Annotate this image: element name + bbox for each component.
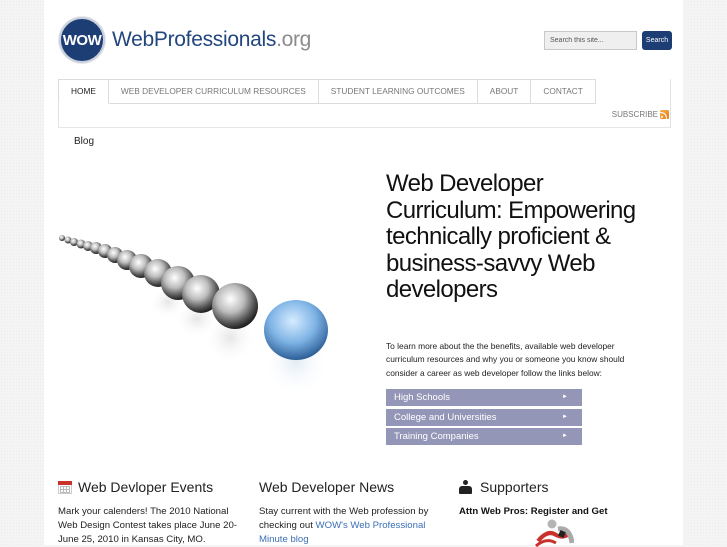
supporters-column: Supporters Attn Web Pros: Register and G… — [459, 478, 659, 547]
events-text: Mark your calenders! The 2010 National W… — [58, 506, 238, 545]
main-nav: HOME WEB DEVELOPER CURRICULUM RESOURCES … — [58, 79, 596, 104]
events-heading: Web Devloper Events — [58, 478, 243, 496]
logo-name: WebProfessionals — [112, 28, 277, 51]
supporter-logo-icon[interactable] — [534, 519, 574, 547]
arrow-right-icon: ► — [562, 394, 568, 400]
link-label: High Schools — [394, 392, 450, 403]
arrow-right-icon: ► — [562, 413, 568, 420]
link-colleges-universities[interactable]: College and Universities ► — [386, 408, 582, 426]
calendar-icon — [58, 480, 72, 494]
blue-sphere — [264, 300, 328, 360]
hero-image — [59, 235, 328, 397]
logo-wordmark: WebProfessionals.org — [112, 28, 311, 52]
news-column: Web Developer News Stay current with the… — [259, 478, 444, 547]
news-text: Stay current with the Web profession by … — [259, 505, 444, 547]
link-label: College and Universities — [394, 411, 497, 423]
audience-links: High Schools ► College and Universities … — [386, 389, 582, 448]
tab-about[interactable]: ABOUT — [477, 79, 532, 104]
news-title: Web Developer News — [259, 479, 395, 495]
arrow-right-icon: ► — [562, 433, 568, 439]
tab-learning-outcomes[interactable]: STUDENT LEARNING OUTCOMES — [318, 79, 478, 104]
person-icon — [459, 480, 472, 494]
page: WOW WebProfessionals.org Search HOME WEB… — [44, 0, 683, 547]
site-logo[interactable]: WOW WebProfessionals.org — [59, 17, 311, 63]
news-heading: Web Developer News — [259, 478, 444, 496]
wow-badge-icon: WOW — [59, 17, 105, 63]
tab-home[interactable]: HOME — [58, 79, 109, 104]
hero-title: Web Developer Curriculum: Empowering tec… — [386, 170, 636, 303]
supporters-attn: Attn Web Pros: Register and Get — [459, 506, 608, 517]
subscribe-label: SUBSCRIBE — [611, 110, 658, 119]
tab-curriculum-resources[interactable]: WEB DEVELOPER CURRICULUM RESOURCES — [108, 79, 319, 104]
subscribe-link[interactable]: SUBSCRIBE — [612, 110, 669, 119]
link-high-schools[interactable]: High Schools ► — [386, 389, 582, 406]
search-button[interactable]: Search — [642, 31, 672, 50]
search-form: Search — [544, 31, 672, 50]
search-input[interactable] — [544, 31, 637, 50]
link-training-companies[interactable]: Training Companies ► — [386, 428, 582, 445]
tab-contact[interactable]: CONTACT — [531, 79, 596, 104]
link-label: Training Companies — [394, 431, 479, 442]
rss-icon — [660, 110, 669, 119]
subnav-blog-link[interactable]: Blog — [74, 136, 94, 147]
events-column: Web Devloper Events Mark your calenders!… — [58, 478, 243, 547]
hero-intro: To learn more about the the benefits, av… — [386, 341, 625, 378]
nav-divider — [58, 127, 669, 128]
supporters-heading: Supporters — [459, 478, 659, 496]
supporters-title: Supporters — [480, 479, 549, 495]
logo-tld: .org — [276, 28, 312, 51]
events-title: Web Devloper Events — [78, 479, 214, 495]
